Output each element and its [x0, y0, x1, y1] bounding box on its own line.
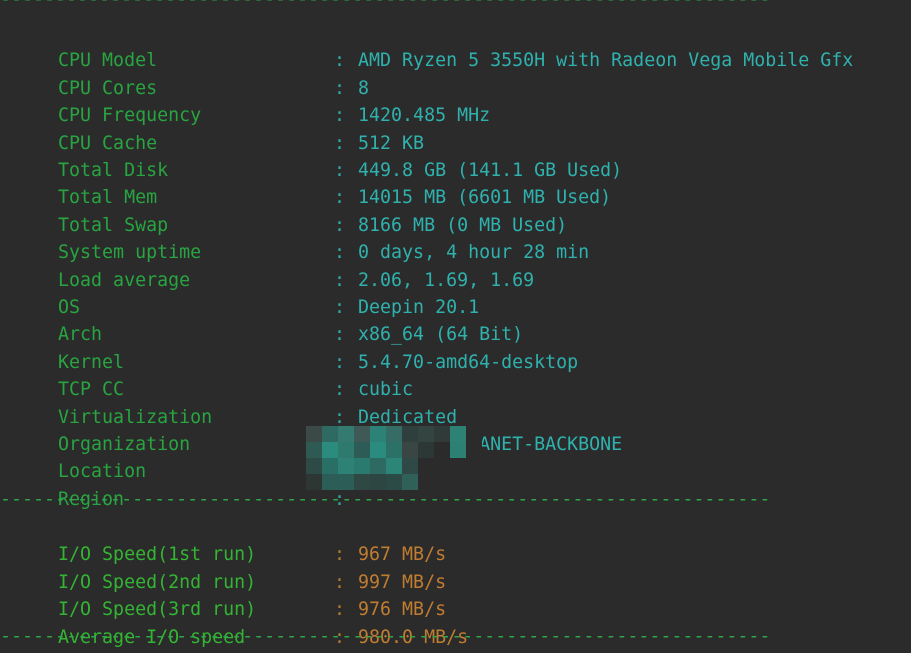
divider-top: ----------------------------------------… — [0, 0, 770, 13]
info-row-kernel: Kernel:5.4.70-amd64-desktop — [14, 321, 578, 373]
info-row-cpu-cores: CPU Cores:8 — [14, 47, 369, 99]
divider-bottom: ----------------------------------------… — [0, 626, 771, 647]
io-row-3rd-run: I/O Speed(3rd run):976 MB/s — [14, 569, 446, 620]
divider-middle: ----------------------------------------… — [0, 489, 771, 510]
info-row-cpu-model: CPU Model: AMD Ryzen 5 3550H with Radeon … — [14, 20, 853, 71]
info-value: AMD Ryzen 5 3550H with Radeon Vega Mobil… — [358, 50, 854, 72]
terminal-window[interactable]: ----------------------------------------… — [0, 0, 911, 653]
info-row-total-swap: Total Swap:8166 MB (0 MB Used) — [14, 184, 567, 236]
info-row-arch: Arch: x86_64 (64 Bit) — [14, 294, 523, 345]
io-row-1st-run: I/O Speed(1st run):967 MB/s — [14, 514, 446, 565]
info-row-tcp-cc: TCP CC: cubic — [14, 349, 413, 400]
info-row-virtualization: Virtualization: Dedicated — [14, 376, 457, 428]
info-row-cpu-cache: CPU Cache:512 KB — [14, 102, 424, 154]
info-row-total-disk: Total Disk:449.8 GB (141.1 GB Used) — [14, 130, 622, 181]
info-row-cpu-frequency: CPU Frequency:1420.485 MHz — [14, 75, 490, 126]
io-row-2nd-run: I/O Speed(2nd run):997 MB/s — [14, 541, 446, 593]
info-row-system-uptime: System uptime:0 days, 4 hour 28 min — [14, 212, 589, 263]
info-row-total-mem: Total Mem:14015 MB (6601 MB Used) — [14, 157, 611, 208]
info-row-load-average: Load average:2.06, 1.69, 1.69 — [14, 239, 534, 291]
info-row-os: OS: Deepin 20.1 — [14, 267, 479, 318]
io-row-average: Average I/O speed:980.0 MB/s — [14, 596, 468, 648]
redacted-location-mosaic — [306, 426, 482, 490]
